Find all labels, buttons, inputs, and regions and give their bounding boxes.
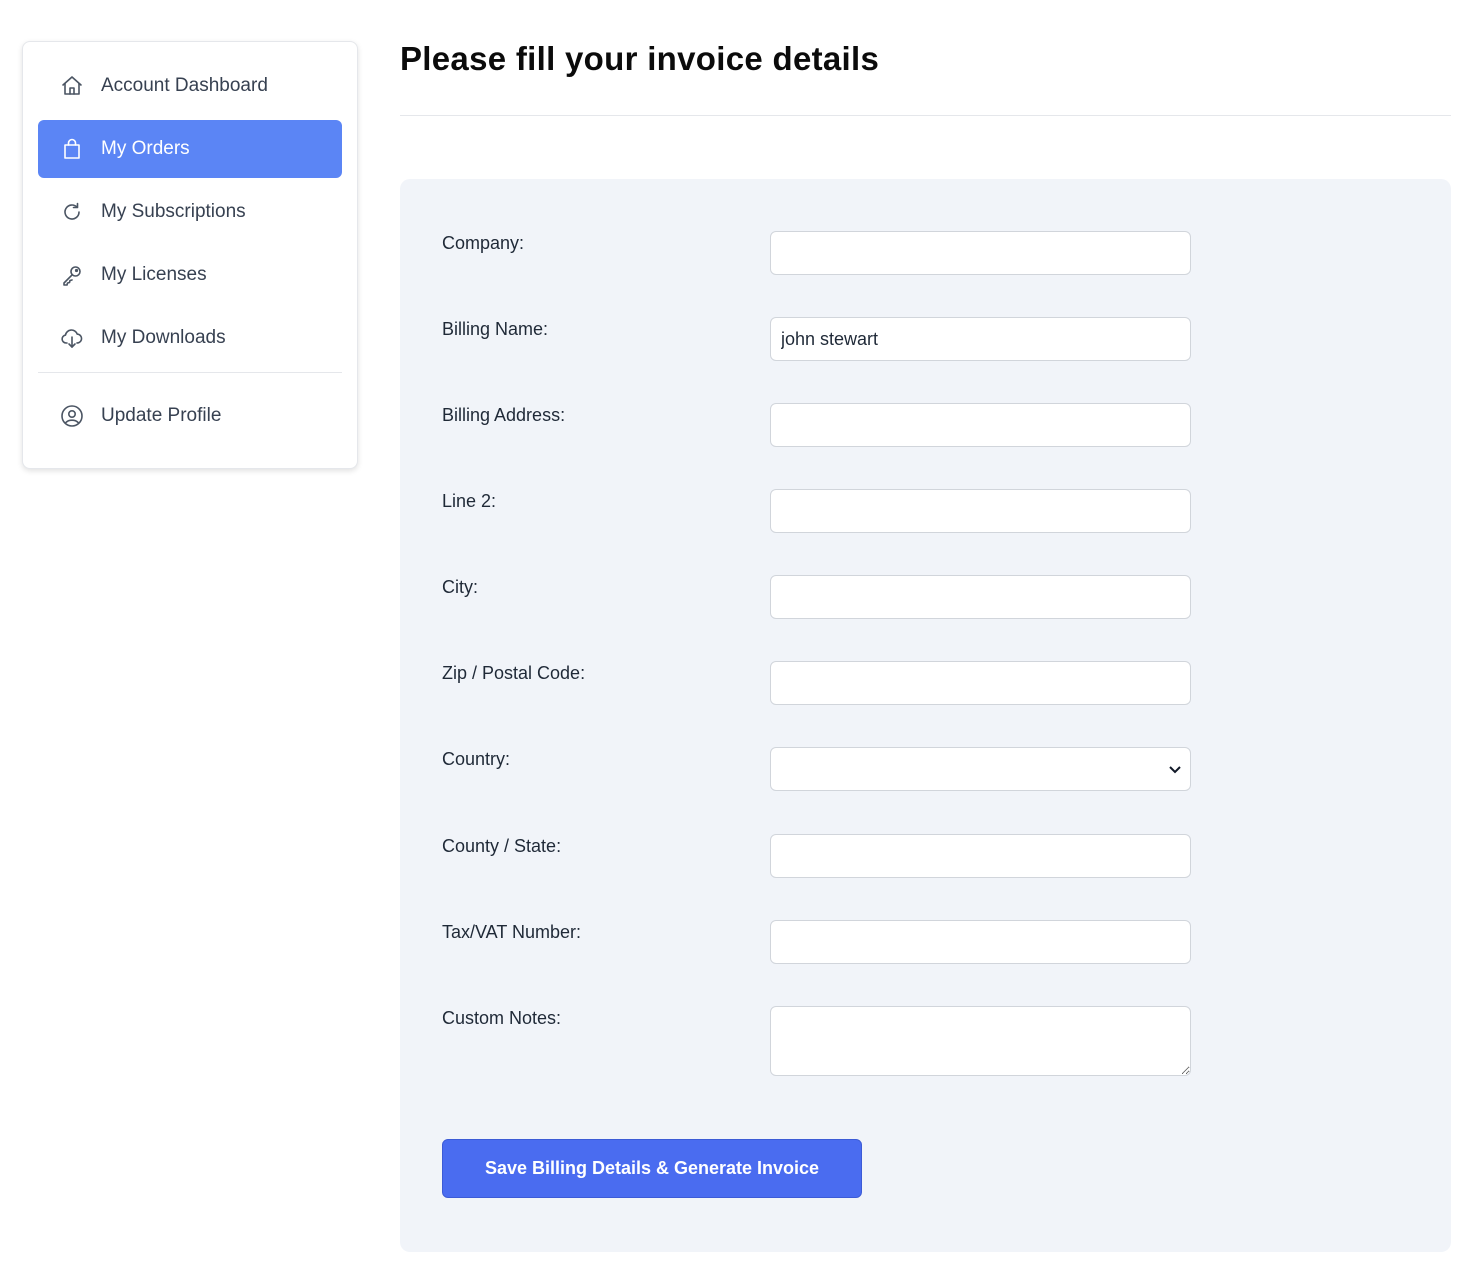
company-label: Company: [442,233,525,253]
zip-label: Zip / Postal Code: [442,663,586,683]
account-sidebar: Account Dashboard My Orders My Subscript… [22,41,358,469]
sidebar-item-my-downloads[interactable]: My Downloads [38,309,342,367]
country-select[interactable] [770,747,1191,791]
sidebar-item-update-profile[interactable]: Update Profile [38,387,342,445]
sidebar-item-label: My Orders [101,138,190,159]
home-icon [60,74,84,98]
country-label: Country: [442,749,511,769]
city-label: City: [442,577,478,597]
tax-label: Tax/VAT Number: [442,922,582,942]
line2-field[interactable] [770,489,1191,533]
sidebar-item-label: Update Profile [101,405,222,426]
sidebar-item-label: My Downloads [101,327,226,348]
sidebar-item-label: My Licenses [101,264,207,285]
sidebar-item-my-licenses[interactable]: My Licenses [38,246,342,304]
notes-label: Custom Notes: [442,1008,562,1028]
refresh-icon [60,200,84,224]
key-icon [60,263,84,287]
line2-label: Line 2: [442,491,497,511]
save-billing-button[interactable]: Save Billing Details & Generate Invoice [442,1139,862,1198]
cloud-download-icon [60,326,84,350]
state-field[interactable] [770,834,1191,878]
sidebar-divider [38,372,342,373]
notes-textarea[interactable] [770,1006,1191,1076]
country-select-wrapper [770,747,1191,791]
state-label: County / State: [442,836,562,856]
billing-address-label: Billing Address: [442,405,566,425]
shopping-bag-icon [60,137,84,161]
title-divider [400,115,1451,116]
tax-field[interactable] [770,920,1191,964]
billing-address-field[interactable] [770,403,1191,447]
sidebar-item-my-orders[interactable]: My Orders [38,120,342,178]
sidebar-item-account-dashboard[interactable]: Account Dashboard [38,57,342,115]
page-title: Please fill your invoice details [400,40,880,77]
billing-name-label: Billing Name: [442,319,549,339]
sidebar-item-label: My Subscriptions [101,201,246,222]
billing-name-field[interactable] [770,317,1191,361]
company-field[interactable] [770,231,1191,275]
city-field[interactable] [770,575,1191,619]
user-circle-icon [60,404,84,428]
invoice-form: Company: Billing Name: Billing Address: … [400,179,1451,1252]
sidebar-item-my-subscriptions[interactable]: My Subscriptions [38,183,342,241]
zip-field[interactable] [770,661,1191,705]
sidebar-item-label: Account Dashboard [101,75,268,96]
